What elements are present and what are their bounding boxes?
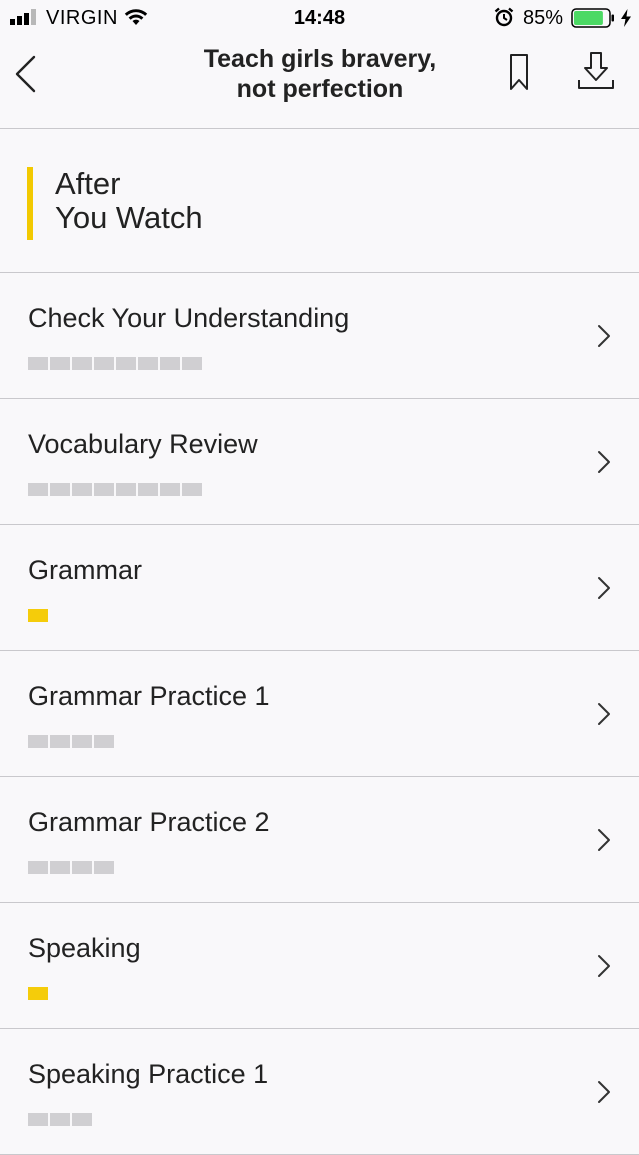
page-title-line-2: not perfection xyxy=(236,75,404,103)
progress-indicator xyxy=(28,483,202,496)
section-accent-bar xyxy=(27,167,33,240)
list-item[interactable]: Speaking xyxy=(0,903,639,1029)
progress-segment xyxy=(138,483,158,496)
progress-segment xyxy=(50,861,70,874)
progress-segment xyxy=(28,861,48,874)
charging-bolt-icon xyxy=(621,9,631,27)
progress-segment xyxy=(182,483,202,496)
alarm-clock-icon xyxy=(494,7,514,27)
progress-segment xyxy=(160,483,180,496)
page-title: Teach girls bravery, not perfection xyxy=(180,44,460,104)
progress-segment xyxy=(50,1113,70,1126)
progress-segment xyxy=(28,357,48,370)
list-item-label: Grammar xyxy=(28,555,142,585)
navigation-bar: Teach girls bravery, not perfection xyxy=(0,36,639,129)
chevron-right-icon xyxy=(598,451,610,473)
page-title-line-1: Teach girls bravery, xyxy=(203,45,437,73)
list-item[interactable]: Check Your Understanding xyxy=(0,273,639,399)
progress-segment xyxy=(94,735,114,748)
bookmark-icon[interactable] xyxy=(505,52,533,92)
section-header: After You Watch xyxy=(0,129,639,273)
battery-percentage: 85% xyxy=(523,7,564,29)
progress-segment xyxy=(28,1113,48,1126)
list-item-label: Speaking Practice 1 xyxy=(28,1059,269,1089)
progress-segment-complete xyxy=(28,987,48,1000)
section-heading: After You Watch xyxy=(55,166,203,235)
progress-segment xyxy=(72,1113,92,1126)
progress-indicator xyxy=(28,609,48,622)
list-item-label: Speaking xyxy=(28,933,141,963)
progress-segment xyxy=(50,357,70,370)
activity-list: Check Your Understanding Vocabulary Revie… xyxy=(0,273,639,1155)
chevron-right-icon xyxy=(598,829,610,851)
list-item[interactable]: Speaking Practice 1 xyxy=(0,1029,639,1155)
progress-segment xyxy=(72,735,92,748)
progress-segment xyxy=(138,357,158,370)
progress-segment xyxy=(116,483,136,496)
progress-indicator xyxy=(28,357,202,370)
progress-segment xyxy=(72,483,92,496)
progress-segment xyxy=(72,861,92,874)
progress-segment xyxy=(182,357,202,370)
list-item-label: Grammar Practice 1 xyxy=(28,681,270,711)
battery-icon xyxy=(571,8,614,28)
chevron-right-icon xyxy=(598,577,610,599)
chevron-right-icon xyxy=(598,955,610,977)
progress-segment xyxy=(50,735,70,748)
download-icon[interactable] xyxy=(576,50,616,92)
list-item[interactable]: Grammar Practice 2 xyxy=(0,777,639,903)
progress-segment xyxy=(72,357,92,370)
list-item[interactable]: Grammar Practice 1 xyxy=(0,651,639,777)
progress-segment xyxy=(116,357,136,370)
list-item-label: Check Your Understanding xyxy=(28,303,350,333)
list-item-label: Vocabulary Review xyxy=(28,429,258,459)
status-bar: VIRGIN 14:48 85% xyxy=(0,0,639,36)
back-chevron-icon[interactable] xyxy=(12,54,40,94)
list-item-label: Grammar Practice 2 xyxy=(28,807,270,837)
progress-indicator xyxy=(28,987,48,1000)
progress-segment-complete xyxy=(28,609,48,622)
progress-indicator xyxy=(28,735,114,748)
chevron-right-icon xyxy=(598,325,610,347)
progress-segment xyxy=(94,357,114,370)
chevron-right-icon xyxy=(598,1081,610,1103)
progress-segment xyxy=(160,357,180,370)
list-item[interactable]: Grammar xyxy=(0,525,639,651)
chevron-right-icon xyxy=(598,703,610,725)
progress-indicator xyxy=(28,1113,92,1126)
list-item[interactable]: Vocabulary Review xyxy=(0,399,639,525)
progress-segment xyxy=(28,483,48,496)
progress-segment xyxy=(94,861,114,874)
progress-segment xyxy=(50,483,70,496)
progress-segment xyxy=(94,483,114,496)
progress-indicator xyxy=(28,861,114,874)
progress-segment xyxy=(28,735,48,748)
